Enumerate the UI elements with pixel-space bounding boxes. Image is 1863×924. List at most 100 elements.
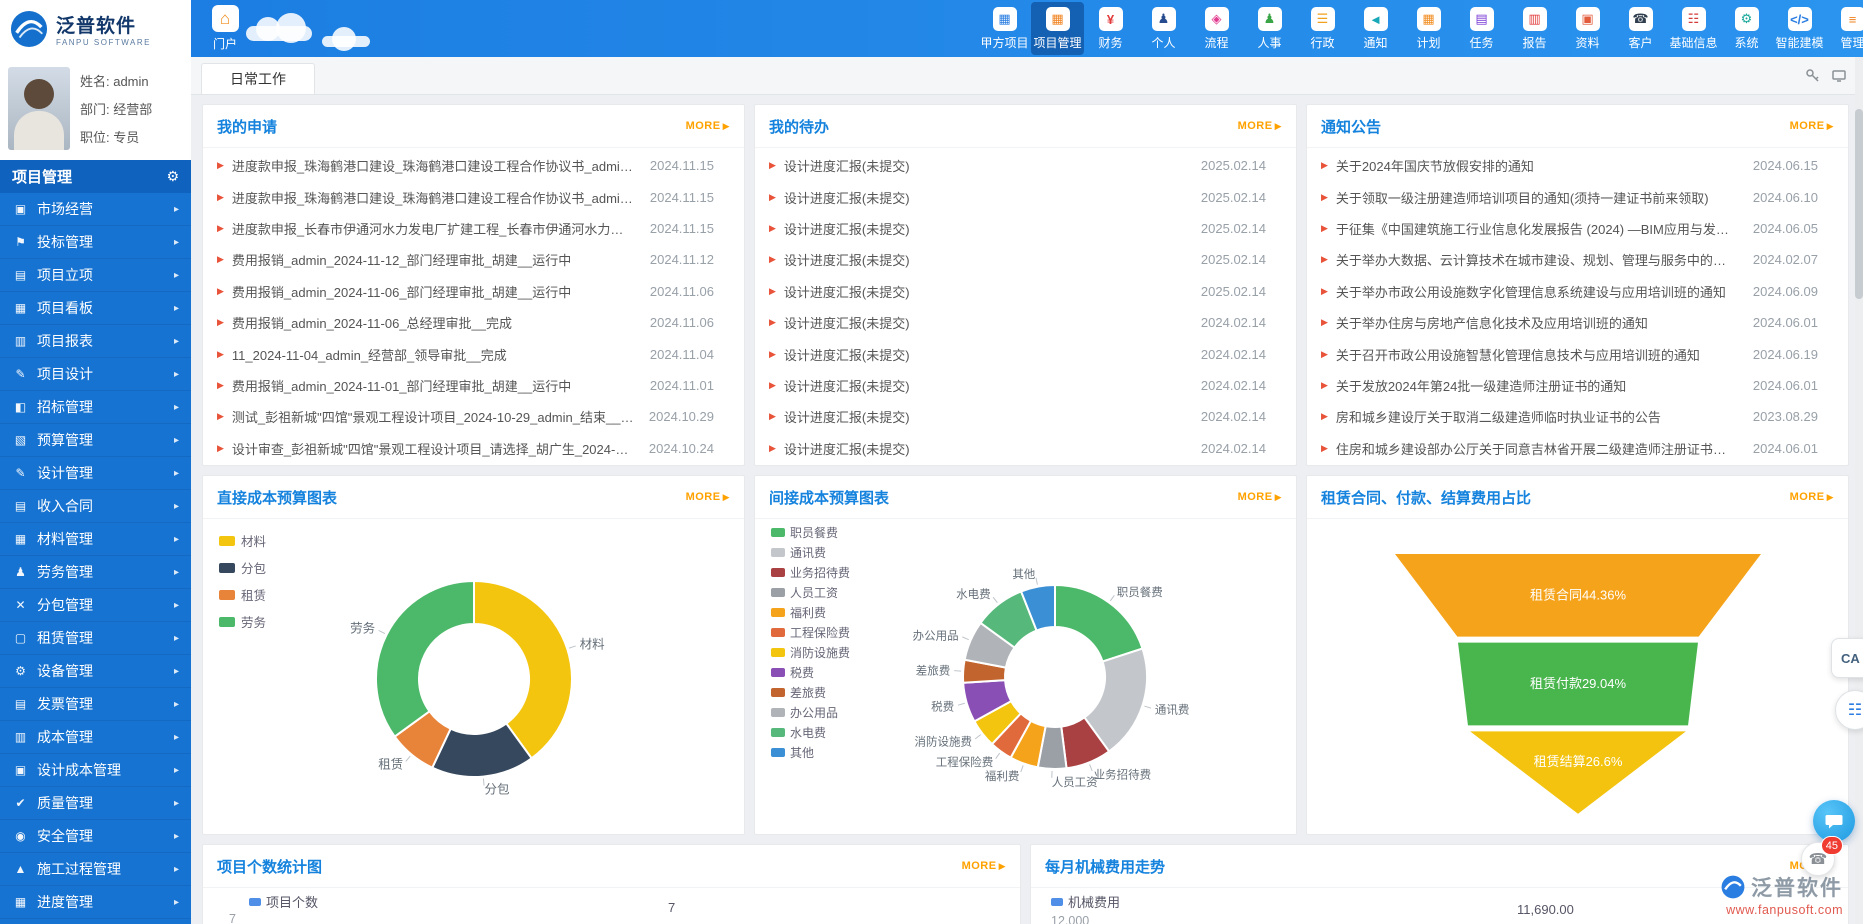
legend-item[interactable]: 福利费 bbox=[771, 604, 850, 621]
tab-daily-work[interactable]: 日常工作 bbox=[201, 63, 315, 94]
more-button[interactable]: MORE▶ bbox=[1790, 491, 1834, 503]
list-item[interactable]: ▶房和城乡建设厅关于取消二级建造师临时执业证书的公告2023.08.29 bbox=[1307, 401, 1848, 432]
more-button[interactable]: MORE▶ bbox=[1238, 120, 1282, 132]
more-button[interactable]: MORE▶ bbox=[686, 491, 730, 503]
top-nav-item[interactable]: ▣资料 bbox=[1561, 2, 1614, 55]
top-nav-item[interactable]: ⚙系统 bbox=[1720, 2, 1773, 55]
legend-item[interactable]: 材料 bbox=[219, 531, 266, 550]
legend-item[interactable]: 其他 bbox=[771, 744, 850, 761]
donut-segment-4[interactable] bbox=[376, 581, 474, 737]
top-nav-item[interactable]: ¥财务 bbox=[1084, 2, 1137, 55]
settings-gear-icon[interactable]: ⚙ bbox=[166, 168, 179, 185]
vertical-scrollbar[interactable] bbox=[1855, 57, 1863, 924]
top-nav-item[interactable]: </>智能建模 bbox=[1773, 2, 1826, 55]
legend-item[interactable]: 职员餐费 bbox=[771, 524, 850, 541]
sidebar-menu-item[interactable]: ▤证件管理▸ bbox=[0, 919, 191, 924]
sidebar-menu-item[interactable]: ▦材料管理▸ bbox=[0, 523, 191, 556]
list-item[interactable]: ▶费用报销_admin_2024-11-12_部门经理审批_胡建__运行中202… bbox=[203, 244, 744, 275]
more-button[interactable]: MORE▶ bbox=[1790, 120, 1834, 132]
top-nav-item[interactable]: ▦项目管理 bbox=[1031, 2, 1084, 55]
sidebar-menu-item[interactable]: ▧预算管理▸ bbox=[0, 424, 191, 457]
sidebar-menu-item[interactable]: ✎设计管理▸ bbox=[0, 457, 191, 490]
sidebar-menu-item[interactable]: ◉安全管理▸ bbox=[0, 820, 191, 853]
chart-legend[interactable]: 项目个数 bbox=[249, 892, 318, 911]
scrollbar-thumb[interactable] bbox=[1855, 109, 1863, 299]
sidebar-menu-item[interactable]: ▲施工过程管理▸ bbox=[0, 853, 191, 886]
top-nav-item[interactable]: ♟人事 bbox=[1243, 2, 1296, 55]
more-button[interactable]: MORE▶ bbox=[962, 860, 1006, 872]
top-nav-item[interactable]: ▤任务 bbox=[1455, 2, 1508, 55]
portal-button[interactable]: ⌂ 门户 bbox=[200, 5, 250, 52]
top-nav-item[interactable]: ♟个人 bbox=[1137, 2, 1190, 55]
list-item[interactable]: ▶关于举办住房与房地产信息化技术及应用培训班的通知2024.06.01 bbox=[1307, 307, 1848, 338]
key-icon[interactable] bbox=[1805, 68, 1821, 84]
sidebar-menu-item[interactable]: ▤收入合同▸ bbox=[0, 490, 191, 523]
list-item[interactable]: ▶设计进度汇报(未提交)2025.02.14 bbox=[755, 181, 1296, 212]
sidebar-menu-item[interactable]: ▥成本管理▸ bbox=[0, 721, 191, 754]
sidebar-menu-item[interactable]: ▥项目报表▸ bbox=[0, 325, 191, 358]
list-item[interactable]: ▶费用报销_admin_2024-11-06_部门经理审批_胡建__运行中202… bbox=[203, 276, 744, 307]
list-item[interactable]: ▶设计进度汇报(未提交)2024.02.14 bbox=[755, 307, 1296, 338]
sidebar-menu-item[interactable]: ▤项目立项▸ bbox=[0, 259, 191, 292]
sidebar-menu-item[interactable]: ▣设计成本管理▸ bbox=[0, 754, 191, 787]
sidebar-menu-item[interactable]: ✕分包管理▸ bbox=[0, 589, 191, 622]
sidebar-menu-item[interactable]: ♟劳务管理▸ bbox=[0, 556, 191, 589]
list-item[interactable]: ▶设计进度汇报(未提交)2024.02.14 bbox=[755, 370, 1296, 401]
legend-item[interactable]: 业务招待费 bbox=[771, 564, 850, 581]
top-nav-item[interactable]: ≡管理 bbox=[1826, 2, 1863, 55]
list-item[interactable]: ▶设计审查_彭祖新城"四馆"景观工程设计项目_请选择_胡广生_2024-10-2… bbox=[203, 433, 744, 464]
list-item[interactable]: ▶11_2024-11-04_admin_经营部_领导审批__完成2024.11… bbox=[203, 338, 744, 369]
legend-item[interactable]: 水电费 bbox=[771, 724, 850, 741]
phone-button[interactable]: ☎ 45 bbox=[1801, 842, 1835, 876]
list-item[interactable]: ▶费用报销_admin_2024-11-01_部门经理审批_胡建__运行中202… bbox=[203, 370, 744, 401]
list-item[interactable]: ▶设计进度汇报(未提交)2024.02.14 bbox=[755, 338, 1296, 369]
more-button[interactable]: MORE▶ bbox=[1238, 491, 1282, 503]
sidebar-menu-item[interactable]: ⚙设备管理▸ bbox=[0, 655, 191, 688]
sidebar-menu-item[interactable]: ▣市场经营▸ bbox=[0, 193, 191, 226]
legend-item[interactable]: 工程保险费 bbox=[771, 624, 850, 641]
list-item[interactable]: ▶进度款申报_珠海鹤港口建设_珠海鹤港口建设工程合作协议书_admin_...2… bbox=[203, 150, 744, 181]
list-item[interactable]: ▶设计进度汇报(未提交)2025.02.14 bbox=[755, 213, 1296, 244]
list-item[interactable]: ▶设计进度汇报(未提交)2025.02.14 bbox=[755, 276, 1296, 307]
top-nav-item[interactable]: ▦计划 bbox=[1402, 2, 1455, 55]
sidebar-menu-item[interactable]: ▤发票管理▸ bbox=[0, 688, 191, 721]
list-item[interactable]: ▶关于召开市政公用设施智慧化管理信息技术与应用培训班的通知2024.06.19 bbox=[1307, 338, 1848, 369]
list-item[interactable]: ▶进度款申报_长春市伊通河水力发电厂扩建工程_长春市伊通河水力发电...2024… bbox=[203, 213, 744, 244]
legend-item[interactable]: 消防设施费 bbox=[771, 644, 850, 661]
top-nav-item[interactable]: ☰行政 bbox=[1296, 2, 1349, 55]
list-item[interactable]: ▶费用报销_admin_2024-11-06_总经理审批__完成2024.11.… bbox=[203, 307, 744, 338]
top-nav-item[interactable]: ◄通知 bbox=[1349, 2, 1402, 55]
user-avatar[interactable] bbox=[8, 67, 70, 150]
sidebar-menu-item[interactable]: ▦项目看板▸ bbox=[0, 292, 191, 325]
list-item[interactable]: ▶进度款申报_珠海鹤港口建设_珠海鹤港口建设工程合作协议书_admin_...2… bbox=[203, 181, 744, 212]
sidebar-menu-item[interactable]: ✎项目设计▸ bbox=[0, 358, 191, 391]
sidebar-menu-item[interactable]: ◧招标管理▸ bbox=[0, 391, 191, 424]
legend-item[interactable]: 人员工资 bbox=[771, 584, 850, 601]
legend-item[interactable]: 分包 bbox=[219, 558, 266, 577]
top-nav-item[interactable]: ▥报告 bbox=[1508, 2, 1561, 55]
watermark-url[interactable]: www.fanpusoft.com bbox=[1721, 903, 1843, 917]
list-item[interactable]: ▶关于发放2024年第24批一级建造师注册证书的通知2024.06.01 bbox=[1307, 370, 1848, 401]
list-item[interactable]: ▶设计进度汇报(未提交)2025.02.14 bbox=[755, 150, 1296, 181]
legend-item[interactable]: 办公用品 bbox=[771, 704, 850, 721]
funnel-segment-3[interactable] bbox=[1467, 730, 1689, 815]
legend-item[interactable]: 差旅费 bbox=[771, 684, 850, 701]
top-nav-item[interactable]: ☎客户 bbox=[1614, 2, 1667, 55]
sidebar-menu-item[interactable]: ▢租赁管理▸ bbox=[0, 622, 191, 655]
list-item[interactable]: ▶关于举办市政公用设施数字化管理信息系统建设与应用培训班的通知2024.06.0… bbox=[1307, 276, 1848, 307]
top-nav-item[interactable]: ▦甲方项目 bbox=[978, 2, 1031, 55]
list-item[interactable]: ▶关于领取一级注册建造师培训项目的通知(须持一建证书前来领取)2024.06.1… bbox=[1307, 181, 1848, 212]
legend-item[interactable]: 租赁 bbox=[219, 585, 266, 604]
list-item[interactable]: ▶设计进度汇报(未提交)2024.02.14 bbox=[755, 401, 1296, 432]
chart-legend[interactable]: 机械费用 bbox=[1051, 892, 1120, 911]
sidebar-menu-item[interactable]: ▦进度管理▸ bbox=[0, 886, 191, 919]
list-item[interactable]: ▶关于举办大数据、云计算技术在城市建设、规划、管理与服务中的应用培训班...20… bbox=[1307, 244, 1848, 275]
sidebar-menu-item[interactable]: ✔质量管理▸ bbox=[0, 787, 191, 820]
list-item[interactable]: ▶设计进度汇报(未提交)2024.02.14 bbox=[755, 433, 1296, 464]
top-nav-item[interactable]: ◈流程 bbox=[1190, 2, 1243, 55]
legend-item[interactable]: 通讯费 bbox=[771, 544, 850, 561]
sidebar-menu-item[interactable]: ⚑投标管理▸ bbox=[0, 226, 191, 259]
more-button[interactable]: MORE▶ bbox=[686, 120, 730, 132]
list-item[interactable]: ▶于征集《中国建筑施工行业信息化发展报告 (2024) —BIM应用与发展》材料… bbox=[1307, 213, 1848, 244]
ca-button[interactable]: CA bbox=[1831, 638, 1863, 678]
